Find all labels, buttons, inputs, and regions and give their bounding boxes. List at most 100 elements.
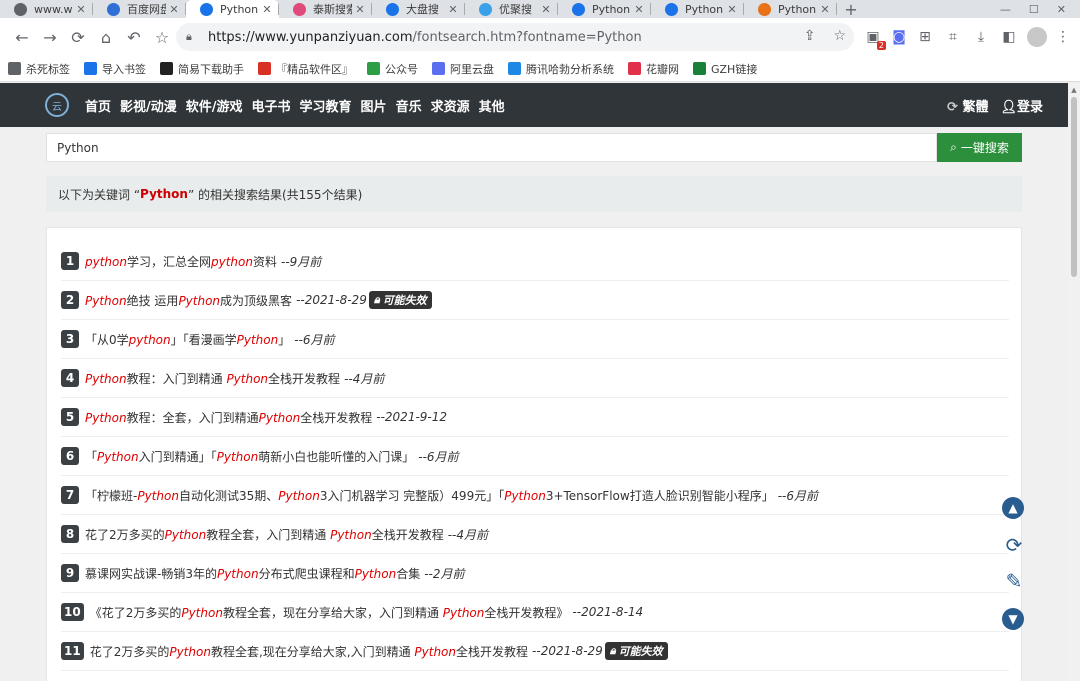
browser-tab[interactable]: www.w ✕ (0, 0, 93, 18)
edit-icon[interactable]: ✎ (1002, 569, 1026, 593)
browser-tab[interactable]: Python ✕ (558, 0, 651, 18)
tab-title: 泰斯搜索 (313, 3, 352, 16)
share-icon[interactable]: ⇪ (804, 28, 816, 44)
result-link[interactable]: 「柠檬班-Python自动化测试35期、Python3入门机器学习 完整版）49… (85, 487, 774, 504)
scroll-bottom-icon[interactable]: ▼ (1002, 608, 1024, 630)
back-icon[interactable]: ← (8, 23, 36, 51)
search-button[interactable]: ⌕ 一键搜索 (937, 133, 1022, 162)
crop-icon[interactable]: ⌗ (942, 26, 964, 48)
wechat-icon (367, 62, 380, 75)
bookmark-item[interactable]: 公众号 (367, 61, 418, 77)
aliyun-icon (432, 62, 445, 75)
close-icon[interactable]: ✕ (445, 3, 461, 16)
browser-toolbar: ← → ⟳ ⌂ ↶ ☆ 🔒︎ https://www.yunpanziyuan.… (0, 18, 1080, 56)
nav-link[interactable]: 首页 (85, 96, 111, 115)
close-icon[interactable]: ✕ (73, 3, 89, 16)
bookmark-item[interactable]: 花瓣网 (628, 61, 679, 77)
result-link[interactable]: 「Python入门到精通」「Python萌新小白也能听懂的入门课」 (85, 448, 414, 465)
keyword-highlight: Python (164, 527, 207, 542)
result-link[interactable]: 花了2万多买的Python教程全套，入门到精通 Python全栈开发教程 (85, 526, 444, 543)
refresh-icon[interactable]: ⟳ (1002, 533, 1026, 557)
star-icon[interactable]: ☆ (148, 23, 176, 51)
lock-icon: 🔒︎ (373, 293, 380, 306)
bookmark-item[interactable]: 『精品软件区』 (258, 61, 353, 77)
result-link[interactable]: Python教程：全套，入门到精通Python全栈开发教程 (85, 409, 372, 426)
result-link[interactable]: python学习，汇总全网python资料 (85, 253, 277, 270)
grid-icon[interactable]: ⊞ (914, 26, 936, 48)
nav-link[interactable]: 学习教育 (300, 96, 352, 115)
bookmark-item[interactable]: 腾讯哈勃分析系统 (508, 61, 614, 77)
sidepanel-icon[interactable]: ◧ (998, 26, 1020, 48)
nav-link[interactable]: 电子书 (252, 96, 291, 115)
result-link[interactable]: 花了2万多买的Python教程全套,现在分享给大家,入门到精通 Python全栈… (90, 643, 528, 660)
browser-tab[interactable]: Python ✕ (186, 0, 279, 18)
bookmark-item[interactable]: 杀死标签 (8, 61, 70, 77)
bookmark-label: 花瓣网 (646, 62, 679, 76)
scroll-thumb[interactable] (1071, 97, 1077, 277)
result-link[interactable]: 《花了2万多买的Python教程全套，现在分享给大家，入门到精通 Python全… (90, 604, 569, 621)
result-number: 10 (61, 603, 84, 621)
forward-icon[interactable]: → (36, 23, 64, 51)
bookmark-item[interactable]: GZH链接 (693, 61, 757, 77)
result-link[interactable]: Python绝技 运用Python成为顶级黑客 (85, 292, 292, 309)
url-text: https://www.yunpanziyuan.com/fontsearch.… (208, 29, 642, 45)
site-logo-icon[interactable]: 云 (45, 93, 69, 117)
close-icon[interactable]: ✕ (259, 3, 275, 16)
nav-link[interactable]: 求资源 (431, 96, 470, 115)
browser-tab[interactable]: 大盘搜 ✕ (372, 0, 465, 18)
address-bar[interactable]: 🔒︎ https://www.yunpanziyuan.com/fontsear… (176, 23, 854, 51)
nav-link[interactable]: 音乐 (396, 96, 422, 115)
home-icon[interactable]: ⌂ (92, 23, 120, 51)
nav-link[interactable]: 图片 (361, 96, 387, 115)
avatar[interactable] (1027, 27, 1047, 47)
close-window-icon[interactable]: ✕ (1057, 3, 1066, 16)
maximize-icon[interactable]: ☐ (1029, 3, 1039, 16)
close-icon[interactable]: ✕ (166, 3, 182, 16)
close-icon[interactable]: ✕ (817, 3, 833, 16)
translate-icon[interactable]: ◙ (888, 26, 910, 48)
browser-tab[interactable]: 优聚搜 ✕ (465, 0, 558, 18)
keyword-highlight: Python (85, 410, 127, 425)
reload-icon[interactable]: ⟳ (64, 23, 92, 51)
minimize-icon[interactable]: — (1000, 3, 1011, 16)
scroll-top-icon[interactable]: ▲ (1002, 497, 1024, 519)
browser-tab[interactable]: Python ✕ (651, 0, 744, 18)
new-tab-button[interactable]: + (837, 0, 865, 19)
cloud-icon (386, 2, 399, 16)
search-icon: ⌕ (950, 140, 957, 154)
result-link[interactable]: Python教程：入门到精通 Python全栈开发教程 (85, 370, 340, 387)
nav-link[interactable]: 其他 (479, 96, 505, 115)
close-icon[interactable]: ✕ (724, 3, 740, 16)
undo-icon[interactable]: ↶ (120, 23, 148, 51)
result-title-text: 花了2万多买的 (85, 527, 165, 542)
browser-tab[interactable]: 泰斯搜索 ✕ (279, 0, 372, 18)
browser-tab[interactable]: Python ✕ (744, 0, 837, 18)
traditional-chinese-link[interactable]: ⟳ 繁體 (947, 96, 988, 115)
bookmark-item[interactable]: 导入书签 (84, 61, 146, 77)
keyword-highlight: Python (85, 293, 127, 308)
close-icon[interactable]: ✕ (538, 3, 554, 16)
download-icon[interactable]: ⤓ (970, 26, 992, 48)
nav-link[interactable]: 影视/动漫 (120, 96, 177, 115)
result-title-text: 教程全套,现在分享给大家,入门到精通 (210, 644, 415, 659)
search-icon (200, 2, 213, 16)
result-row: 6 「Python入门到精通」「Python萌新小白也能听懂的入门课」 --6月前 (61, 437, 1009, 476)
result-title-text: 合集 (396, 566, 421, 581)
close-icon[interactable]: ✕ (631, 3, 647, 16)
browser-tab[interactable]: 百度网盘 ✕ (93, 0, 186, 18)
bookmark-item[interactable]: 阿里云盘 (432, 61, 494, 77)
bookmark-item[interactable]: 简易下载助手 (160, 61, 244, 77)
result-link[interactable]: 「从0学python」「看漫画学Python」 (85, 331, 290, 348)
search-input[interactable] (46, 133, 937, 162)
result-link[interactable]: 慕课网实战课-畅销3年的Python分布式爬虫课程和Python合集 (85, 565, 420, 582)
scroll-up-arrow-icon[interactable]: ▲ (1070, 86, 1078, 94)
extension-icon[interactable]: ▣ 2 (862, 26, 886, 50)
close-icon[interactable]: ✕ (352, 3, 368, 16)
menu-icon[interactable]: ⋮ (1052, 26, 1074, 48)
result-date: --9月前 (281, 254, 322, 269)
tencent-icon (508, 62, 521, 75)
bookmark-star-icon[interactable]: ☆ (833, 28, 846, 44)
nav-link[interactable]: 软件/游戏 (186, 96, 243, 115)
login-link[interactable]: 👤︎登录 (1000, 96, 1043, 115)
page-scrollbar[interactable]: ▲ (1068, 83, 1080, 681)
